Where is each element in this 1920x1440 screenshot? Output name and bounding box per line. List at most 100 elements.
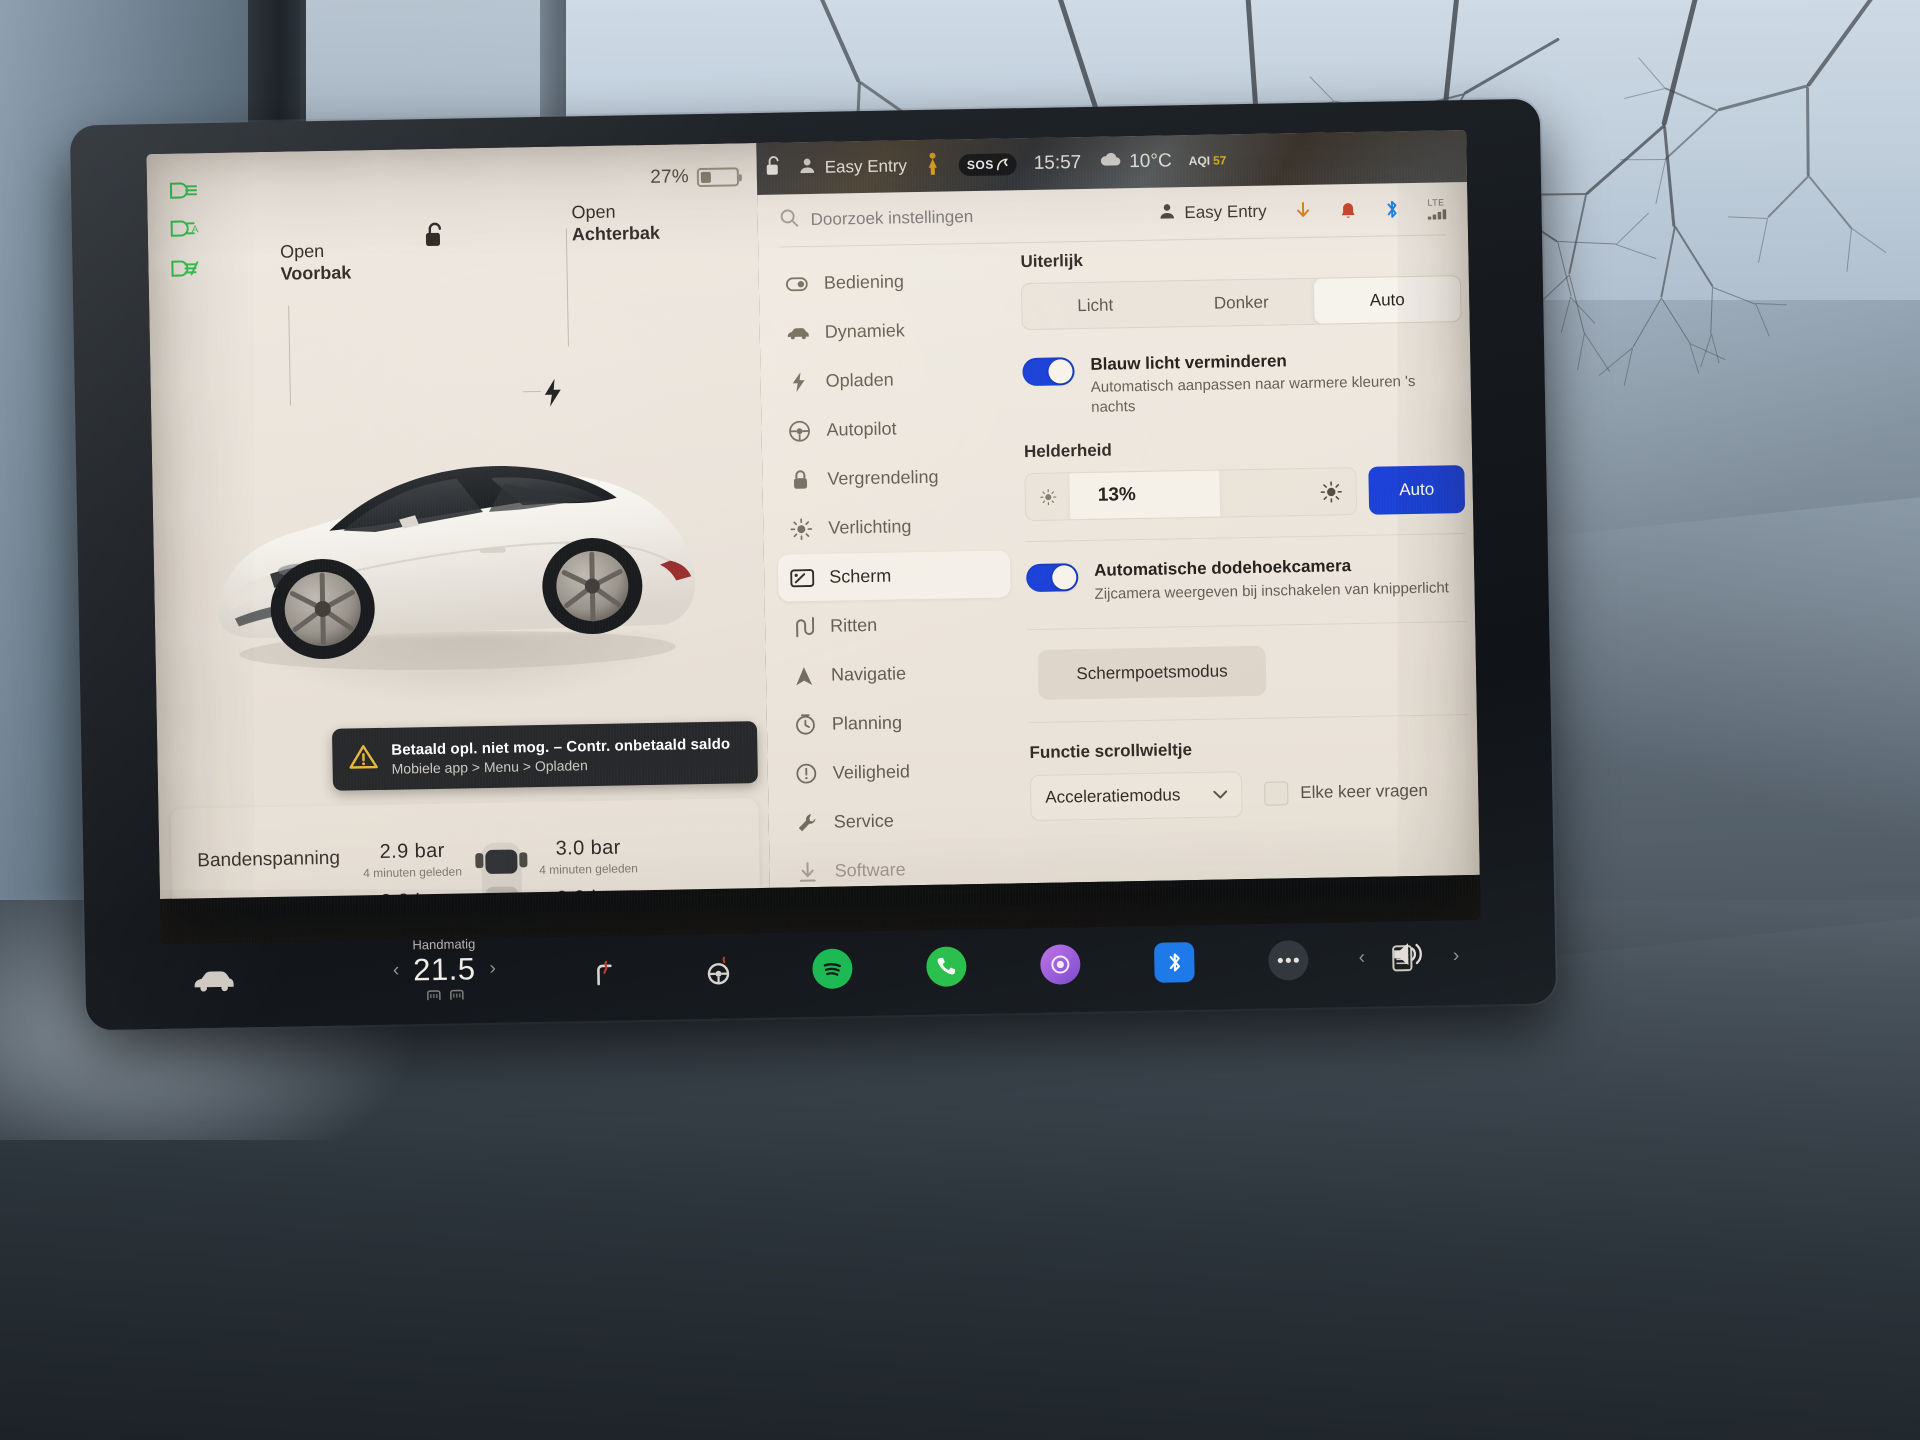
- settings-content: Uiterlijk Licht Donker Auto Blauw licht …: [1020, 244, 1471, 822]
- frunk-callout-line2: Voorbak: [280, 262, 352, 284]
- sidebar-item-planning[interactable]: Planning: [781, 697, 1014, 748]
- vehicle-illustration-area: Open Voorbak Open Achterbak: [148, 202, 767, 736]
- brightness-row: 13% Auto: [1024, 465, 1466, 522]
- temp-decrease-button[interactable]: ‹: [393, 960, 400, 982]
- download-icon[interactable]: [1294, 201, 1311, 220]
- sidebar-item-bediening[interactable]: Bediening: [772, 256, 1005, 307]
- ask-every-time-label: Elke keer vragen: [1300, 781, 1428, 803]
- sidebar-item-autopilot[interactable]: Autopilot: [775, 403, 1008, 454]
- tire-unit: bar: [414, 839, 445, 863]
- scroll-wheel-dropdown[interactable]: Acceleratiemodus: [1029, 771, 1243, 822]
- vehicle-image[interactable]: [191, 384, 726, 694]
- dock-app-spotify[interactable]: [811, 947, 854, 990]
- sidebar-item-label: Dynamiek: [824, 320, 905, 342]
- volume-up-button[interactable]: ›: [1453, 945, 1460, 967]
- brightness-auto-button[interactable]: Auto: [1368, 465, 1466, 516]
- dock-app-camera[interactable]: [1039, 943, 1082, 986]
- phone-icon: [926, 946, 967, 987]
- sidebar-item-vergrendeling[interactable]: Vergrendeling: [776, 452, 1009, 503]
- climate-control[interactable]: Handmatig ‹ 21.5 ›: [349, 935, 540, 1002]
- outside-temperature: 10°C: [1098, 150, 1172, 173]
- sidebar-item-label: Veiligheid: [832, 761, 911, 783]
- blind-spot-toggle[interactable]: [1026, 563, 1079, 593]
- volume-icon[interactable]: [1391, 939, 1428, 975]
- battery-indicator[interactable]: 27%: [650, 165, 740, 189]
- unlock-icon[interactable]: [765, 156, 782, 182]
- unlock-icon[interactable]: [423, 221, 448, 254]
- blind-spot-row: Automatische dodehoekcamera Zijcamera we…: [1026, 554, 1467, 605]
- toggle-icon: [785, 276, 809, 291]
- dock-app-steering-heater[interactable]: [697, 949, 740, 992]
- cloud-icon: [1098, 151, 1122, 173]
- sidebar-item-label: Scherm: [829, 565, 892, 587]
- appearance-option-licht[interactable]: Licht: [1022, 281, 1169, 329]
- aqi-label: AQI: [1188, 153, 1211, 169]
- sidebar-item-opladen[interactable]: Opladen: [774, 354, 1007, 405]
- appearance-option-auto[interactable]: Auto: [1313, 276, 1461, 324]
- profile-indicator[interactable]: Easy Entry: [799, 155, 908, 179]
- sidebar-item-ritten[interactable]: Ritten: [779, 599, 1012, 650]
- dock-app-phone[interactable]: [925, 945, 968, 988]
- alert-icon: [794, 763, 818, 784]
- scroll-wheel-row: Acceleratiemodus Elke keer vragen: [1029, 767, 1471, 822]
- sidebar-item-label: Vergrendeling: [827, 466, 939, 489]
- charging-warning-toast[interactable]: Betaald opl. niet mog. – Contr. onbetaal…: [331, 721, 758, 791]
- tire-pressure-title: Bandenspanning: [197, 847, 341, 872]
- car-icon[interactable]: [191, 969, 235, 994]
- dock-app-bluetooth[interactable]: [1153, 941, 1196, 984]
- chevron-down-icon: [1213, 785, 1228, 805]
- content-divider-1: [1025, 533, 1466, 543]
- blue-light-row: Blauw licht verminderen Automatisch aanp…: [1022, 348, 1463, 418]
- tesla-touchscreen[interactable]: A 27% Open Voorbak Open Achterbak Betaal…: [146, 129, 1481, 945]
- content-divider-3: [1028, 714, 1469, 724]
- appearance-title: Uiterlijk: [1020, 251, 1084, 272]
- search-input[interactable]: [810, 205, 1041, 230]
- camera-icon: [1040, 944, 1081, 985]
- lock-icon: [788, 469, 812, 490]
- sidebar-item-veiligheid[interactable]: Veiligheid: [781, 746, 1014, 797]
- brightness-slider[interactable]: 13%: [1024, 467, 1358, 522]
- blue-light-label: Blauw licht verminderen: [1090, 351, 1288, 374]
- sidebar-item-verlichting[interactable]: Verlichting: [777, 501, 1010, 552]
- temp-increase-button[interactable]: ›: [489, 958, 496, 980]
- dock-app-more[interactable]: [1267, 939, 1310, 982]
- trunk-callout[interactable]: Open Achterbak: [571, 201, 660, 247]
- blue-light-toggle[interactable]: [1022, 357, 1075, 387]
- bell-icon[interactable]: [1339, 200, 1356, 219]
- person-icon: [799, 157, 816, 179]
- charge-port-bolt-icon[interactable]: [543, 378, 564, 412]
- sidebar-item-navigatie[interactable]: Navigatie: [780, 648, 1013, 699]
- tire-front-right-age: 4 minuten geleden: [539, 861, 639, 878]
- wrench-icon: [795, 812, 819, 833]
- appearance-option-donker[interactable]: Donker: [1168, 279, 1315, 327]
- volume-control[interactable]: ‹ ›: [1358, 938, 1459, 975]
- frunk-callout[interactable]: Open Voorbak: [280, 240, 351, 285]
- sidebar-item-service[interactable]: Service: [782, 795, 1015, 846]
- ask-every-time-checkbox[interactable]: [1264, 781, 1289, 807]
- bluetooth-icon[interactable]: [1384, 199, 1399, 219]
- blue-light-description: Automatisch aanpassen naar warmere kleur…: [1090, 373, 1416, 416]
- volume-down-button[interactable]: ‹: [1358, 946, 1365, 968]
- tire-front-left-age: 4 minuten geleden: [363, 864, 463, 881]
- brightness-value: 13%: [1097, 484, 1137, 507]
- sidebar-item-label: Bediening: [823, 271, 905, 293]
- scroll-wheel-title: Functie scrollwieltje: [1029, 740, 1193, 763]
- vehicle-status-bar: A 27%: [146, 143, 757, 277]
- sidebar-item-dynamiek[interactable]: Dynamiek: [773, 305, 1006, 356]
- tire-front-left: 2.9 bar 4 minuten geleden: [347, 839, 478, 880]
- lte-signal-icon[interactable]: LTE: [1427, 197, 1449, 220]
- dock-app-seat-heater-left[interactable]: [583, 952, 626, 995]
- dashboard-right-sill: [1490, 497, 1920, 963]
- appearance-segmented-control[interactable]: Licht Donker Auto: [1020, 275, 1462, 331]
- profile-chip[interactable]: Easy Entry: [1158, 201, 1267, 225]
- sos-button[interactable]: SOS: [958, 153, 1017, 177]
- screen-wipe-mode-button[interactable]: Schermpoetsmodus: [1037, 646, 1267, 701]
- car-icon: [786, 326, 810, 340]
- ask-every-time-row[interactable]: Elke keer vragen: [1264, 779, 1428, 807]
- battery-percent-label: 27%: [650, 166, 690, 188]
- seat-heater-indicators[interactable]: [425, 988, 464, 1001]
- tire-front-left-value: 2.9: [379, 840, 409, 863]
- sidebar-item-scherm[interactable]: Scherm: [777, 550, 1011, 602]
- profile-chip-label: Easy Entry: [1184, 201, 1267, 223]
- aqi-badge[interactable]: AQI 57: [1189, 153, 1227, 168]
